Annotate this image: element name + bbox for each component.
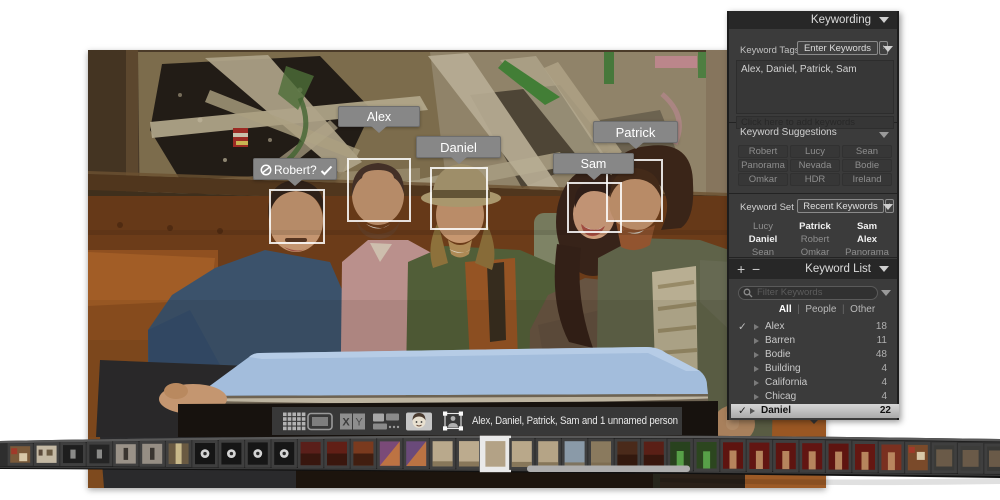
svg-text:Y: Y (355, 417, 363, 429)
svg-text:X: X (342, 417, 350, 429)
